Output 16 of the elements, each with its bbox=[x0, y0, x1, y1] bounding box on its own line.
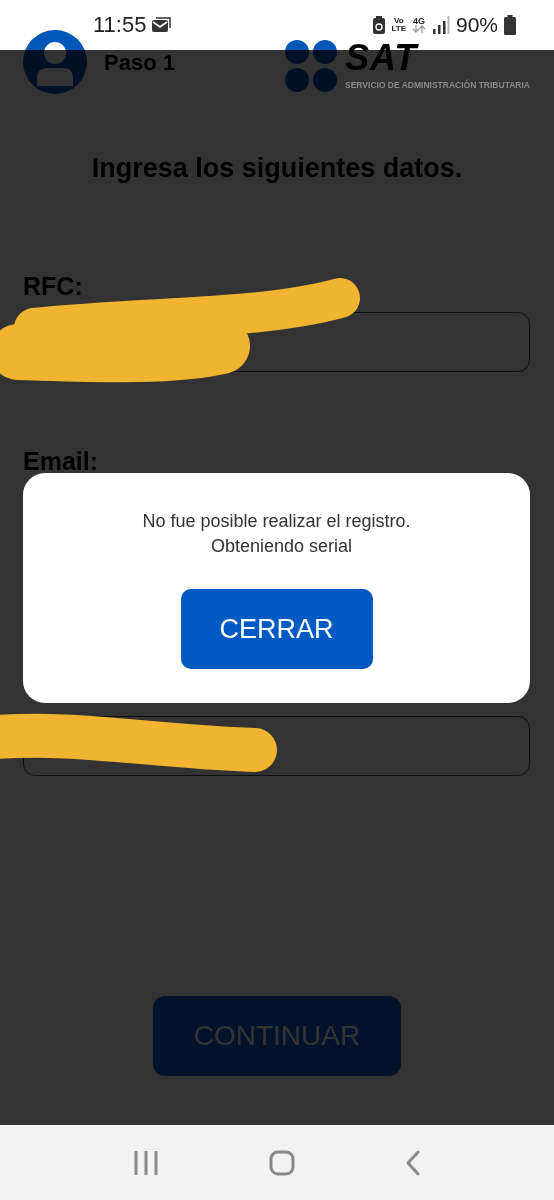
battery-percentage: 90% bbox=[455, 13, 498, 37]
network-type: 4G bbox=[411, 17, 426, 25]
volte-indicator: Vo LTE bbox=[391, 17, 406, 33]
signal-icon bbox=[431, 16, 450, 34]
mail-icon bbox=[152, 17, 173, 33]
logo-name: SAT bbox=[345, 40, 420, 76]
dialog-message: No fue posible realizar el registro. Obteniendo serial bbox=[142, 510, 411, 558]
home-icon[interactable] bbox=[269, 1149, 295, 1176]
recent-apps-icon[interactable] bbox=[133, 1150, 159, 1175]
battery-icon bbox=[504, 15, 516, 35]
battery-saver-icon bbox=[373, 16, 386, 34]
logo-subtitle: SERVICIO DE ADMINISTRACIÓN TRIBUTARIA bbox=[345, 80, 530, 90]
clock: 11:55 bbox=[93, 12, 147, 38]
close-button[interactable]: CERRAR bbox=[180, 589, 373, 669]
back-icon[interactable] bbox=[405, 1149, 421, 1176]
data-arrows-icon bbox=[411, 25, 426, 33]
